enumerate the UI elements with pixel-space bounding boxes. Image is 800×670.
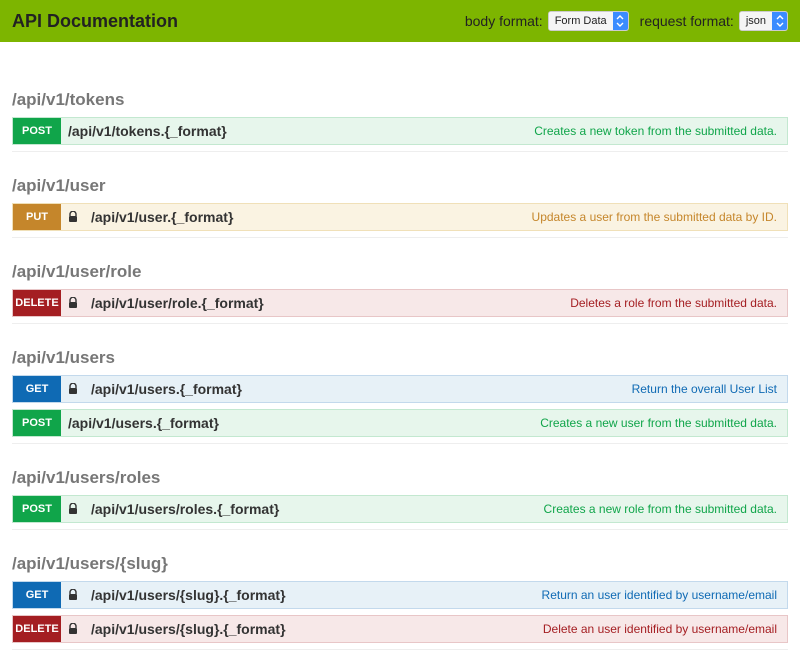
section-title[interactable]: /api/v1/users/roles [12, 468, 788, 488]
header-bar: API Documentation body format: Form Data… [0, 0, 800, 42]
method-badge-get: GET [13, 376, 61, 402]
endpoint-description: Creates a new token from the submitted d… [534, 124, 777, 138]
section-divider [12, 649, 788, 650]
section-title[interactable]: /api/v1/user/role [12, 262, 788, 282]
section-title[interactable]: /api/v1/users [12, 348, 788, 368]
endpoint-path: /api/v1/users/{slug}.{_format} [91, 621, 543, 637]
dropdown-arrows-icon [613, 12, 628, 30]
endpoint-path: /api/v1/users/roles.{_format} [91, 501, 544, 517]
endpoint-row[interactable]: DELETE/api/v1/users/{slug}.{_format}Dele… [12, 615, 788, 643]
endpoint-path: /api/v1/users.{_format} [91, 381, 632, 397]
section-divider [12, 323, 788, 324]
endpoint-description: Return the overall User List [632, 382, 777, 396]
endpoint-row[interactable]: POST/api/v1/tokens.{_format}Creates a ne… [12, 117, 788, 145]
endpoint-path: /api/v1/user.{_format} [91, 209, 532, 225]
method-badge-delete: DELETE [13, 616, 61, 642]
endpoint-description: Creates a new role from the submitted da… [544, 502, 777, 516]
endpoint-description: Delete an user identified by username/em… [543, 622, 777, 636]
endpoint-path: /api/v1/users/{slug}.{_format} [91, 587, 542, 603]
method-badge-post: POST [13, 496, 61, 522]
method-badge-put: PUT [13, 204, 61, 230]
method-badge-post: POST [13, 118, 61, 144]
content-area: /api/v1/tokens POST/api/v1/tokens.{_forma… [0, 42, 800, 670]
endpoint-path: /api/v1/tokens.{_format} [68, 123, 534, 139]
endpoint-row[interactable]: PUT/api/v1/user.{_format}Updates a user … [12, 203, 788, 231]
method-badge-post: POST [13, 410, 61, 436]
section-title[interactable]: /api/v1/tokens [12, 90, 788, 110]
section-divider [12, 443, 788, 444]
section-title[interactable]: /api/v1/users/{slug} [12, 554, 788, 574]
api-section: /api/v1/users/roles POST/api/v1/users/rol… [12, 468, 788, 530]
endpoint-row[interactable]: POST/api/v1/users.{_format}Creates a new… [12, 409, 788, 437]
lock-icon [68, 383, 82, 395]
api-section: /api/v1/usersGET/api/v1/users.{_format}R… [12, 348, 788, 444]
endpoint-description: Updates a user from the submitted data b… [532, 210, 777, 224]
lock-icon [68, 211, 82, 223]
api-section: /api/v1/user PUT/api/v1/user.{_format}Upd… [12, 176, 788, 238]
endpoint-row[interactable]: POST/api/v1/users/roles.{_format}Creates… [12, 495, 788, 523]
lock-icon [68, 503, 82, 515]
endpoint-description: Creates a new user from the submitted da… [540, 416, 777, 430]
page-title: API Documentation [12, 11, 459, 32]
section-divider [12, 151, 788, 152]
section-divider [12, 529, 788, 530]
body-format-value: Form Data [549, 12, 613, 30]
dropdown-arrows-icon [772, 12, 787, 30]
endpoint-description: Return an user identified by username/em… [542, 588, 777, 602]
lock-icon [68, 623, 82, 635]
section-title[interactable]: /api/v1/user [12, 176, 788, 196]
api-section: /api/v1/tokens POST/api/v1/tokens.{_forma… [12, 90, 788, 152]
api-section: /api/v1/users/{slug} GET/api/v1/users/{sl… [12, 554, 788, 650]
request-format-label: request format: [640, 13, 734, 29]
endpoint-row[interactable]: DELETE/api/v1/user/role.{_format}Deletes… [12, 289, 788, 317]
lock-icon [68, 297, 82, 309]
endpoint-row[interactable]: GET/api/v1/users.{_format}Return the ove… [12, 375, 788, 403]
endpoint-row[interactable]: GET/api/v1/users/{slug}.{_format}Return … [12, 581, 788, 609]
lock-icon [68, 589, 82, 601]
endpoint-path: /api/v1/user/role.{_format} [91, 295, 570, 311]
method-badge-get: GET [13, 582, 61, 608]
request-format-value: json [740, 12, 772, 30]
endpoint-description: Deletes a role from the submitted data. [570, 296, 777, 310]
request-format-select[interactable]: json [739, 11, 788, 31]
body-format-label: body format: [465, 13, 543, 29]
header-controls: body format: Form Data request format: j… [459, 11, 788, 31]
endpoint-path: /api/v1/users.{_format} [68, 415, 540, 431]
api-section: /api/v1/user/role DELETE/api/v1/user/role… [12, 262, 788, 324]
section-divider [12, 237, 788, 238]
method-badge-delete: DELETE [13, 290, 61, 316]
body-format-select[interactable]: Form Data [548, 11, 629, 31]
